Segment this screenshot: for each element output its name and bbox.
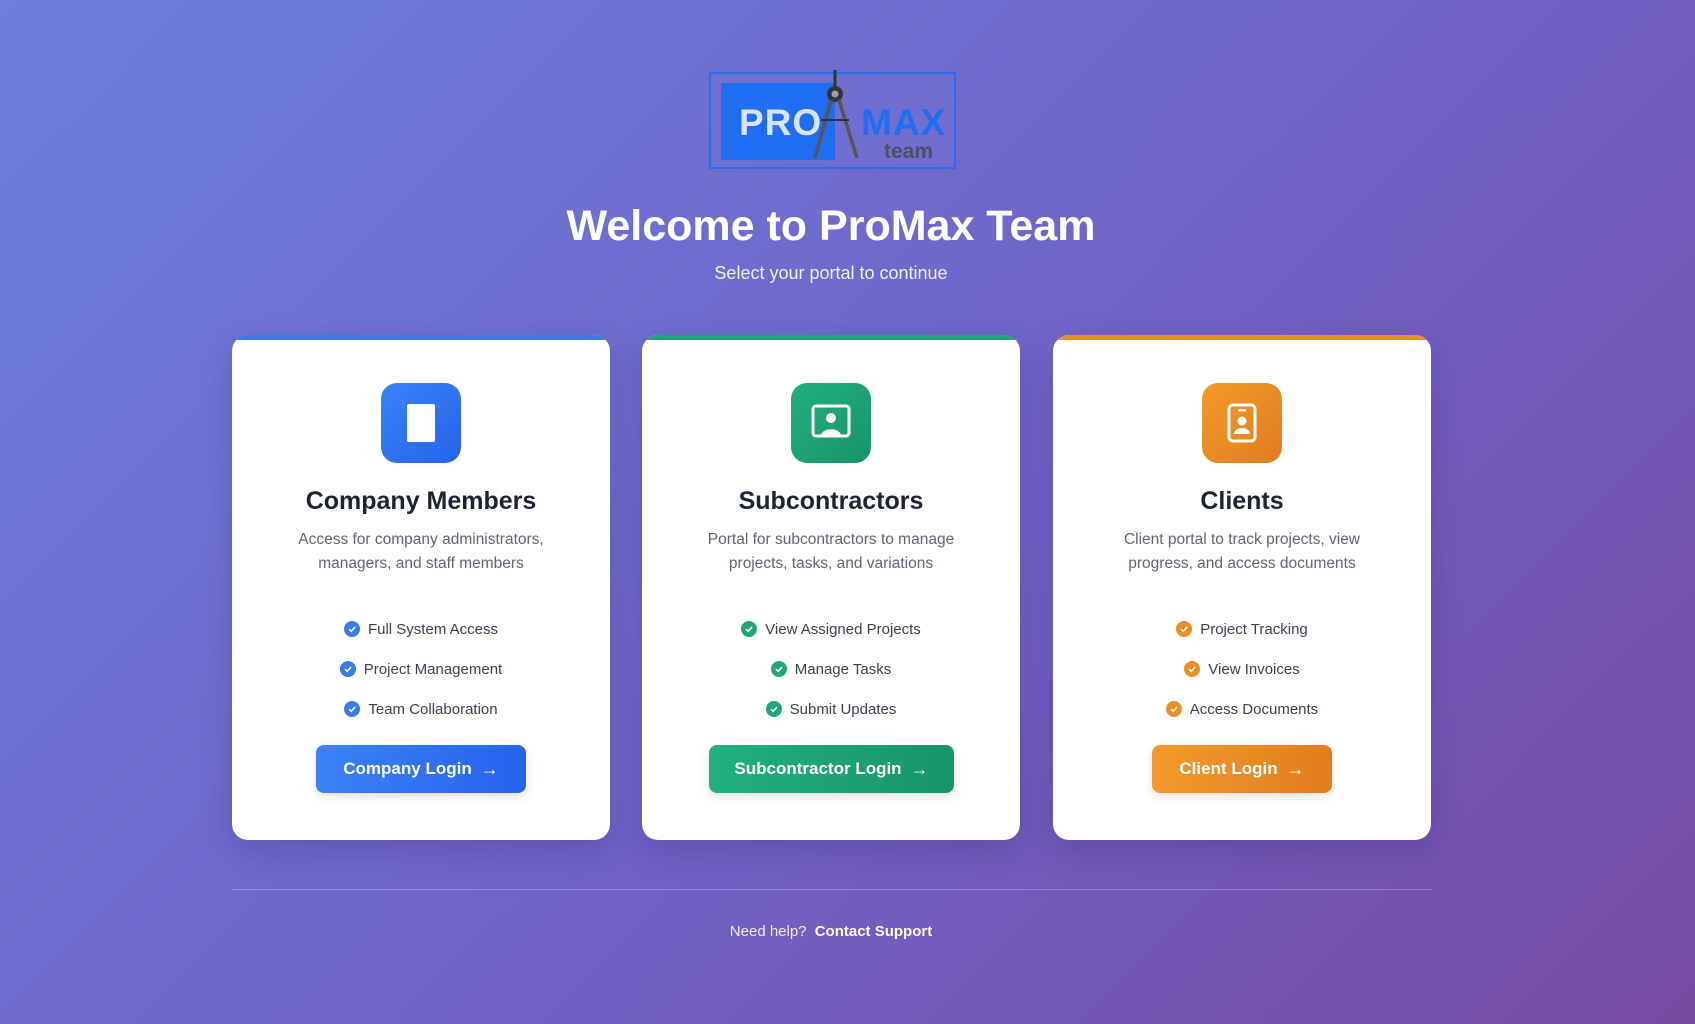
feature-label: Access Documents: [1189, 700, 1319, 718]
feature-label: Full System Access: [367, 620, 499, 638]
card-description: Portal for subcontractors to manage proj…: [707, 531, 955, 572]
arrow-right-icon: →: [910, 758, 929, 779]
card-title: Clients: [1200, 487, 1284, 515]
footer-help-text: Need help?: [729, 923, 807, 940]
clients-card: Clients Client portal to track projects,…: [1053, 335, 1431, 840]
check-circle-icon: [770, 661, 787, 677]
compass-icon: [813, 70, 859, 159]
logo-text-team: team: [884, 140, 934, 163]
check-circle-icon: [1184, 661, 1201, 677]
feature-label: View Invoices: [1208, 660, 1300, 678]
feature-label: Team Collaboration: [368, 700, 498, 718]
footer-divider: [232, 889, 1432, 890]
contact-support-link[interactable]: Contact Support: [815, 923, 933, 940]
check-circle-icon: [1165, 701, 1182, 717]
arrow-right-icon: →: [480, 758, 499, 779]
feature-item: View Assigned Projects: [642, 609, 1020, 649]
check-circle-icon: [343, 621, 360, 637]
arrow-right-icon: →: [1286, 758, 1305, 779]
button-label: Subcontractor Login: [734, 759, 902, 778]
feature-label: Project Tracking: [1200, 620, 1308, 638]
feature-list: View Assigned Projects Manage Tasks Subm…: [642, 609, 1020, 729]
card-title: Subcontractors: [738, 487, 924, 515]
company-members-card: Company Members Access for company admin…: [232, 335, 610, 840]
check-circle-icon: [765, 701, 782, 717]
feature-item: Team Collaboration: [232, 689, 610, 729]
check-circle-icon: [741, 621, 758, 637]
feature-label: View Assigned Projects: [765, 620, 921, 638]
card-title: Company Members: [305, 487, 537, 515]
client-login-button[interactable]: Client Login →: [1152, 745, 1332, 793]
footer: Need help? Contact Support: [0, 923, 1662, 940]
logo-text-max: MAX: [861, 102, 947, 143]
feature-item: View Invoices: [1053, 649, 1431, 689]
card-description: Client portal to track projects, view pr…: [1123, 531, 1361, 572]
building-icon: [381, 383, 461, 463]
feature-list: Full System Access Project Management Te…: [232, 609, 610, 729]
feature-item: Submit Updates: [642, 689, 1020, 729]
company-login-button[interactable]: Company Login →: [316, 745, 526, 793]
user-square-icon: [791, 383, 871, 463]
card-description: Access for company administrators, manag…: [298, 531, 544, 572]
feature-label: Manage Tasks: [794, 660, 892, 678]
subcontractors-card: Subcontractors Portal for subcontractors…: [642, 335, 1020, 840]
feature-item: Project Management: [232, 649, 610, 689]
check-circle-icon: [1176, 621, 1193, 637]
promax-logo: PRO MAX team: [709, 70, 956, 169]
feature-label: Submit Updates: [789, 700, 897, 718]
feature-item: Manage Tasks: [642, 649, 1020, 689]
feature-item: Full System Access: [232, 609, 610, 649]
subcontractor-login-button[interactable]: Subcontractor Login →: [709, 745, 954, 793]
feature-list: Project Tracking View Invoices Access Do…: [1053, 609, 1431, 729]
page-subtitle: Select your portal to continue: [714, 263, 948, 283]
button-label: Company Login: [343, 759, 472, 778]
check-circle-icon: [339, 661, 356, 677]
button-label: Client Login: [1179, 759, 1278, 778]
page-title: Welcome to ProMax Team: [566, 202, 1096, 250]
feature-item: Access Documents: [1053, 689, 1431, 729]
feature-item: Project Tracking: [1053, 609, 1431, 649]
check-circle-icon: [344, 701, 361, 717]
id-badge-icon: [1202, 383, 1282, 463]
feature-label: Project Management: [363, 660, 503, 678]
